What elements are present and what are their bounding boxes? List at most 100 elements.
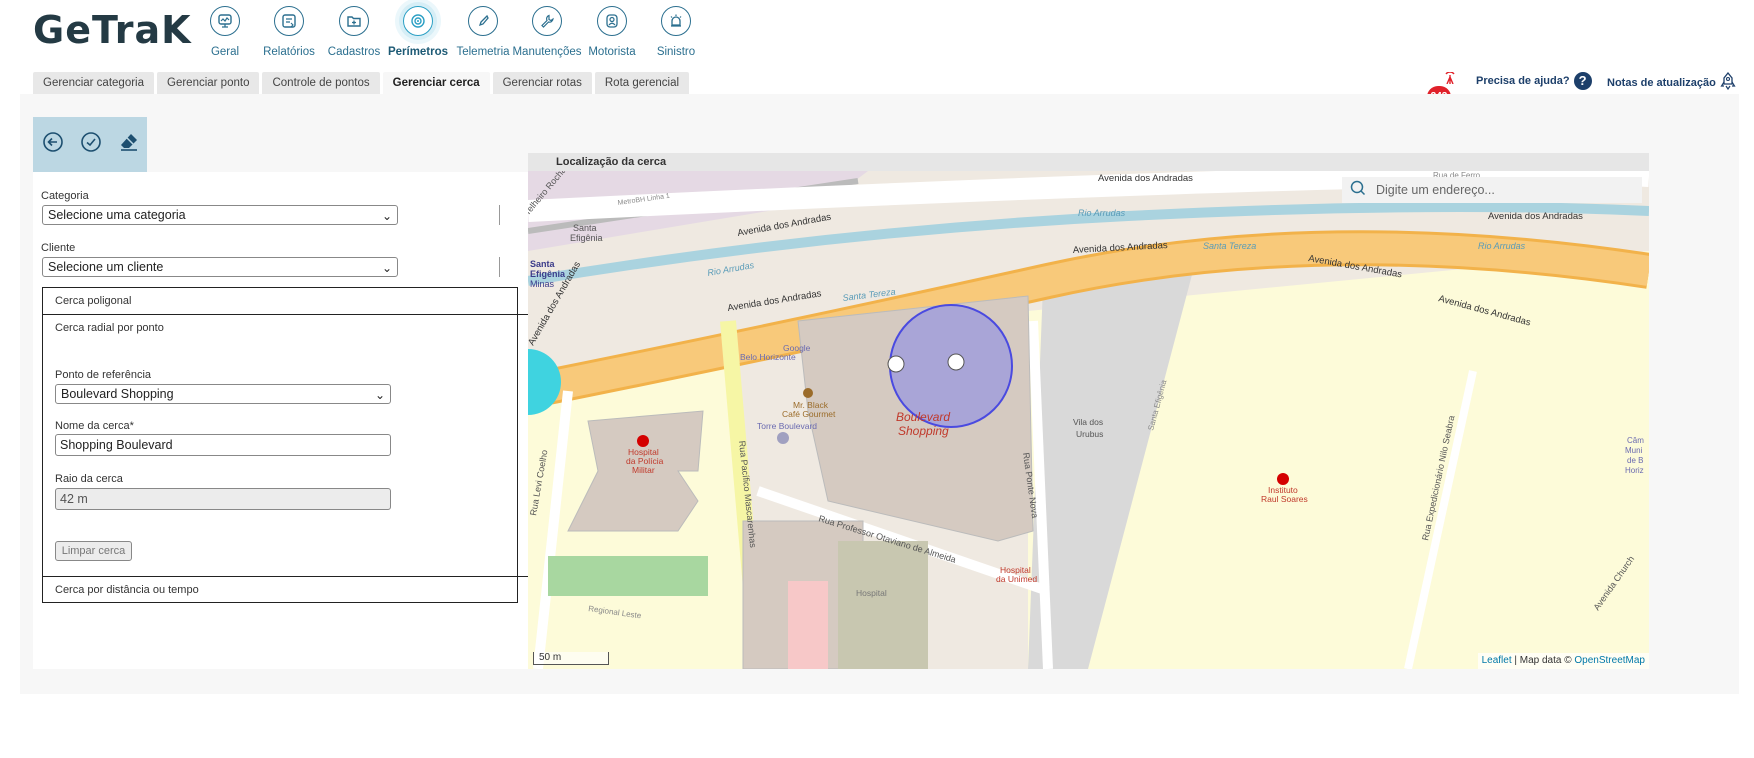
driver-badge-icon — [597, 6, 627, 36]
map-label: Boulevard — [896, 410, 950, 424]
fence-form: Categoria Selecione uma categoria ⌄ Clie… — [33, 172, 595, 669]
map-label: Rio Arrudas — [1478, 241, 1526, 251]
help-label: Precisa de ajuda? — [1476, 75, 1570, 87]
nav-item-sinistro[interactable]: Sinistro — [634, 6, 718, 58]
map-label: Vila dos — [1073, 417, 1103, 427]
fence-type-accordion: Cerca poligonal Cerca radial por ponto P… — [42, 287, 576, 603]
map-label: Militar — [632, 465, 655, 475]
map-label: Torre Boulevard — [757, 421, 817, 431]
tab-controle-de-pontos[interactable]: Controle de pontos — [262, 72, 380, 94]
category-label: Categoria — [41, 190, 89, 202]
chevron-down-icon: ⌄ — [374, 388, 385, 402]
perimeter-target-icon — [403, 6, 433, 36]
tab-gerenciar-categoria[interactable]: Gerenciar categoria — [33, 72, 154, 94]
question-mark-icon: ? — [1573, 72, 1592, 90]
fence-toolbar — [33, 117, 147, 172]
map-label: Santa — [573, 223, 597, 233]
wrench-icon — [532, 6, 562, 36]
map-label: Santa — [530, 259, 556, 269]
map-label: Avenida dos Andradas — [1098, 173, 1193, 184]
accordion-polygon-fence[interactable]: Cerca poligonal — [43, 288, 576, 315]
accordion-distance-fence[interactable]: Cerca por distância ou tempo — [43, 576, 576, 602]
map-title: Localização da cerca — [528, 153, 1649, 171]
client-select-value: Selecione um cliente — [48, 260, 164, 274]
radius-input: 42 m — [55, 488, 391, 510]
map-canvas[interactable]: Avenida dos Andradas Avenida dos Andrada… — [528, 171, 1649, 669]
map-park — [548, 556, 708, 596]
erase-fence-button[interactable] — [117, 133, 141, 157]
client-select[interactable]: Selecione um cliente ⌄ — [42, 257, 398, 277]
check-circle-icon — [80, 131, 102, 158]
tab-rota-gerencial[interactable]: Rota gerencial — [594, 72, 690, 94]
category-select-value: Selecione uma categoria — [48, 208, 186, 222]
hospital-poi-icon — [1277, 473, 1289, 485]
divider — [499, 257, 500, 277]
divider — [499, 205, 500, 225]
map-container[interactable]: Localização da cerca Avenida dos Andrada… — [528, 153, 1649, 669]
updates-label: Notas de atualização — [1607, 76, 1716, 89]
compass-needle-icon — [468, 6, 498, 36]
subnav-tabs: Gerenciar categoria Gerenciar ponto Cont… — [33, 72, 690, 94]
nav-label: Sinistro — [656, 46, 696, 58]
chevron-down-icon: ⌄ — [381, 261, 392, 275]
map-attribution: Leaflet | Map data © OpenStreetMap — [1477, 653, 1649, 669]
map-label: Minas — [530, 279, 555, 289]
map-label: Raul Soares — [1261, 494, 1308, 504]
map-building-green — [838, 541, 928, 669]
help-link[interactable]: Precisa de ajuda? ? — [1476, 72, 1592, 90]
arrow-left-circle-icon — [42, 131, 64, 158]
map-label: Efigênia — [570, 233, 603, 243]
map-label: de B — [1627, 456, 1643, 465]
map-building-pink — [788, 581, 828, 669]
accordion-radial-fence[interactable]: Cerca radial por ponto — [43, 315, 576, 341]
cafe-poi-icon — [803, 388, 813, 398]
leaflet-link[interactable]: Leaflet — [1482, 655, 1512, 666]
fence-name-input[interactable] — [55, 434, 391, 456]
map-marker-pin-icon[interactable] — [887, 355, 905, 373]
map-label: Efigênia — [530, 269, 566, 279]
map-label: Urubus — [1076, 429, 1103, 439]
save-fence-button[interactable] — [79, 131, 103, 158]
map-label: Muni — [1625, 446, 1643, 455]
tower-poi-icon — [777, 432, 789, 444]
map-label: da Unimed — [996, 574, 1037, 584]
rocket-icon — [1720, 71, 1736, 93]
attribution-text: | Map data © — [1511, 655, 1575, 666]
map-label: Câm — [1627, 436, 1644, 445]
eraser-icon — [118, 131, 140, 158]
address-search-input[interactable] — [1376, 183, 1616, 197]
map-label: Santa Tereza — [1203, 241, 1256, 251]
tab-gerenciar-ponto[interactable]: Gerenciar ponto — [157, 72, 260, 94]
alarm-siren-icon — [661, 6, 691, 36]
back-button[interactable] — [41, 131, 65, 158]
tab-gerenciar-cerca[interactable]: Gerenciar cerca — [382, 72, 490, 94]
client-label: Cliente — [41, 242, 76, 254]
map-scale: 50 m — [533, 652, 609, 665]
app-header: GeTraK Geral Relatórios Cadastros Períme… — [0, 0, 1754, 66]
report-list-icon — [274, 6, 304, 36]
map-marker-pin-icon[interactable] — [947, 353, 965, 371]
hospital-poi-icon — [637, 435, 649, 447]
release-notes-link[interactable]: Notas de atualização — [1607, 71, 1736, 93]
monitor-chart-icon — [210, 6, 240, 36]
map-label: Shopping — [898, 424, 949, 438]
map-label: Rio Arrudas — [1078, 208, 1126, 218]
map-label: Avenida dos Andradas — [1488, 211, 1583, 222]
map-label: Horiz — [1625, 466, 1644, 475]
folder-plus-icon — [339, 6, 369, 36]
reference-point-label: Ponto de referência — [55, 369, 152, 381]
tab-gerenciar-rotas[interactable]: Gerenciar rotas — [492, 72, 592, 94]
address-search[interactable] — [1342, 177, 1642, 203]
chevron-down-icon: ⌄ — [381, 209, 392, 223]
signal-tower-icon — [1445, 71, 1455, 87]
search-icon — [1350, 180, 1366, 201]
category-select[interactable]: Selecione uma categoria ⌄ — [42, 205, 398, 225]
radius-label: Raio da cerca — [55, 473, 123, 485]
clear-fence-button[interactable]: Limpar cerca — [55, 541, 132, 561]
reference-point-value: Boulevard Shopping — [61, 387, 174, 401]
map-label: Belo Horizonte — [740, 352, 796, 362]
osm-link[interactable]: OpenStreetMap — [1574, 655, 1645, 666]
reference-point-select[interactable]: Boulevard Shopping ⌄ — [55, 384, 391, 404]
brand-logo[interactable]: GeTraK — [33, 8, 192, 52]
content-panel: Categoria Selecione uma categoria ⌄ Clie… — [20, 94, 1739, 694]
